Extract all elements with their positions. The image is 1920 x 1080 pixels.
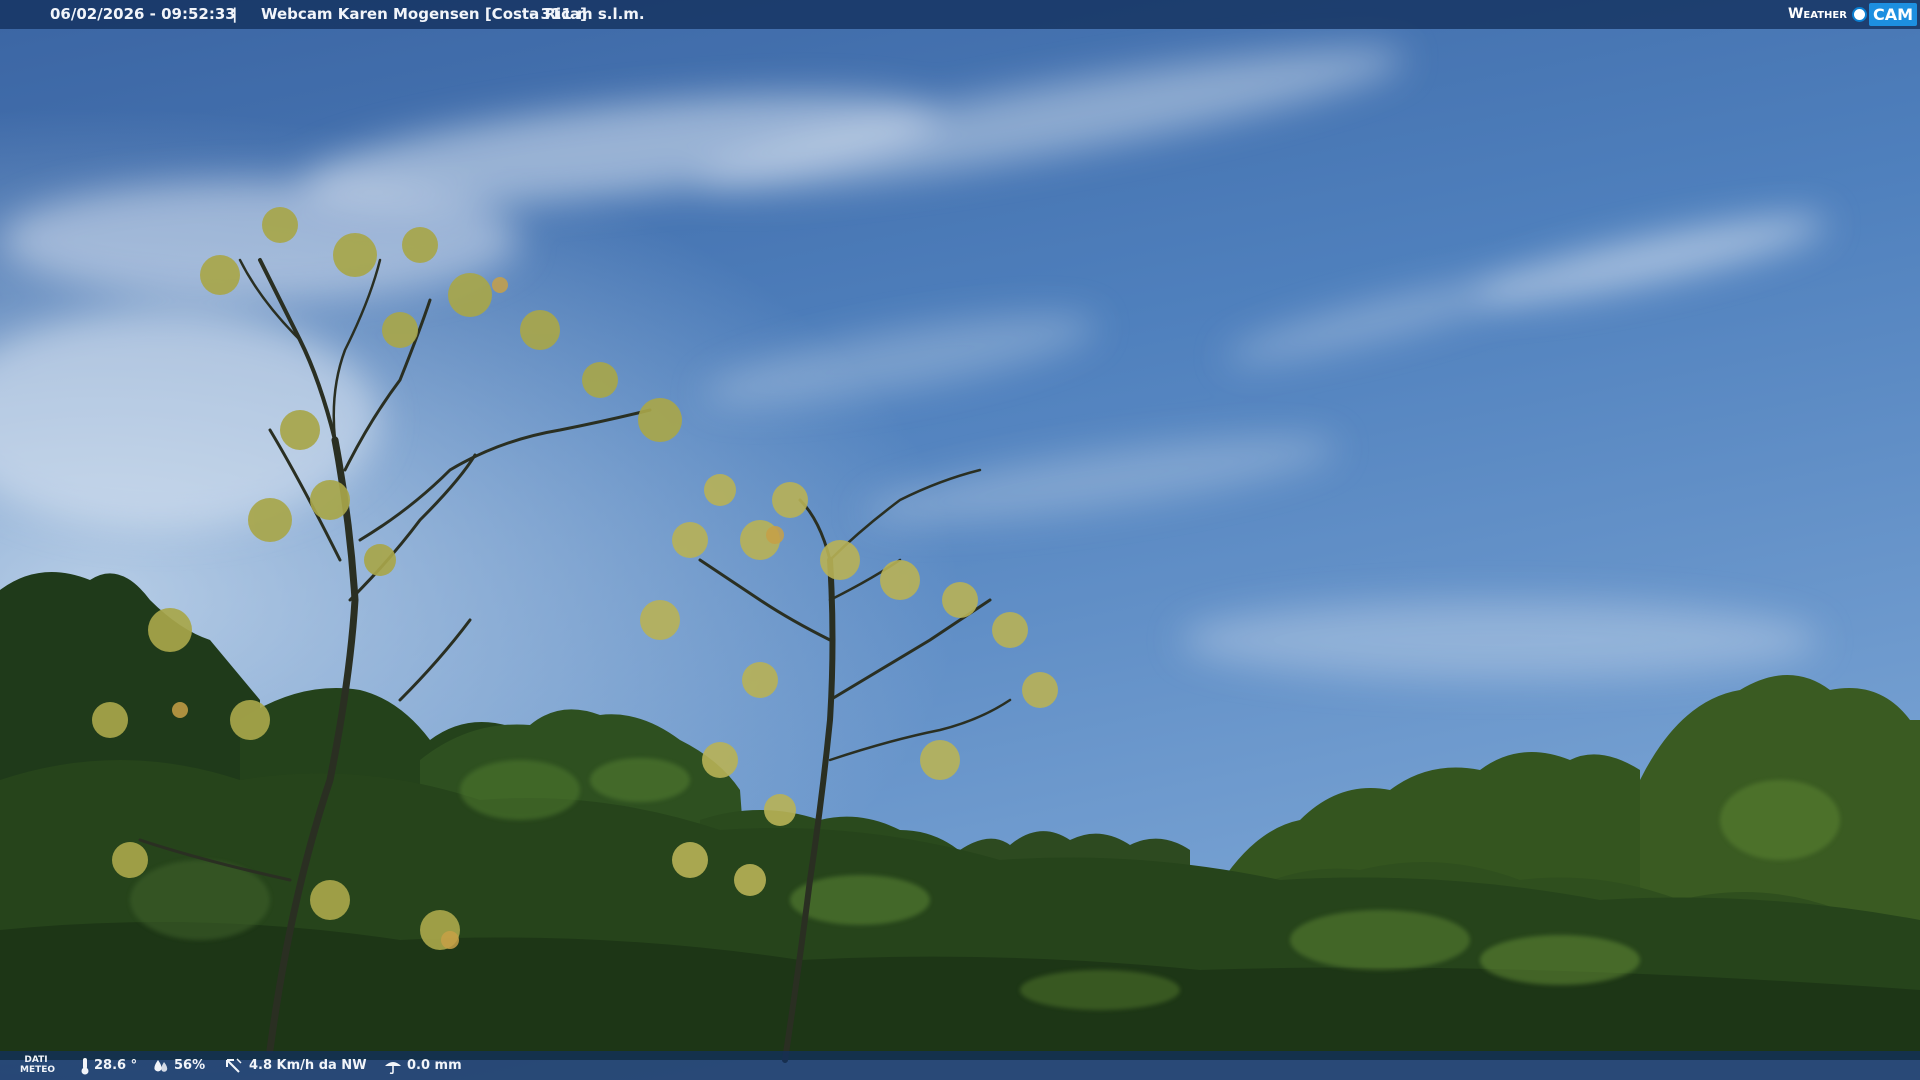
webcam-frame: 06/02/2026 - 09:52:33 | Webcam Karen Mog… [0, 0, 1920, 1080]
timestamp: 06/02/2026 - 09:52:33 [50, 5, 236, 23]
rain-value: 0.0 mm [407, 1058, 462, 1073]
rain-readout: 0.0 mm [383, 1051, 462, 1080]
temperature-readout: 28.6 ° [80, 1051, 137, 1080]
weathercam-logo: Weather CAM [1785, 3, 1917, 26]
altitude: - 311 m s.l.m. [529, 5, 645, 23]
logo-cam-text: CAM [1868, 3, 1917, 26]
top-overlay-bar: 06/02/2026 - 09:52:33 | Webcam Karen Mog… [0, 0, 1920, 29]
humidity-drop-icon [154, 1059, 168, 1072]
weather-data-label: DATI METEO [20, 1055, 56, 1075]
weather-data-label-line2: METEO [20, 1065, 56, 1075]
wind-value: 4.8 Km/h da NW [249, 1058, 367, 1073]
logo-weather-text: Weather [1787, 6, 1847, 22]
humidity-readout: 56% [152, 1051, 205, 1080]
temperature-value: 28.6 ° [94, 1058, 138, 1073]
wind-readout: 4.8 Km/h da NW [225, 1051, 367, 1080]
thermometer-icon [81, 1057, 89, 1074]
rain-icon [385, 1061, 401, 1074]
webcam-scene [0, 0, 1920, 1080]
title-separator: | [232, 5, 238, 23]
logo-dot-icon [1851, 7, 1867, 22]
bottom-overlay-bar: DATI METEO 28.6 ° 56% 4.8 Km/h da NW 0.0… [0, 1051, 1920, 1080]
humidity-value: 56% [174, 1058, 206, 1073]
weather-data-label-line1: DATI [24, 1055, 48, 1065]
wind-icon [226, 1057, 242, 1073]
